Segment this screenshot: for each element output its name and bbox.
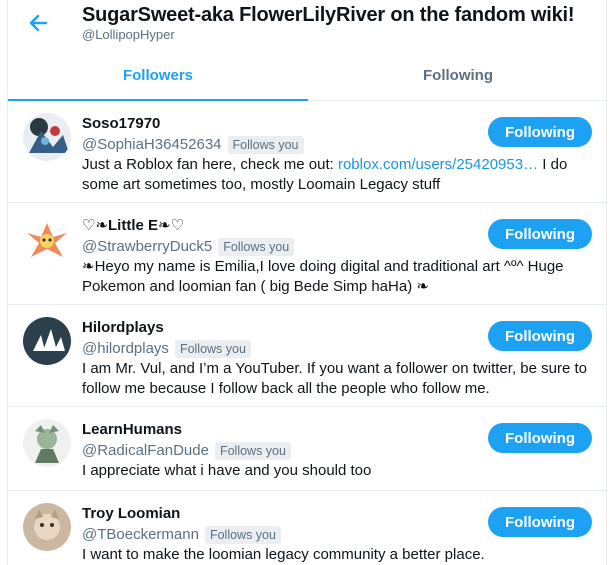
list-item[interactable]: LearnHumans @RadicalFanDude Follows you … xyxy=(8,407,606,491)
following-button[interactable]: Following xyxy=(488,423,592,453)
list-item[interactable]: ♡❧Little E❧♡ @StrawberryDuck5 Follows yo… xyxy=(8,203,606,305)
user-name[interactable]: ♡❧Little E❧♡ xyxy=(82,216,294,235)
user-name[interactable]: Soso17970 xyxy=(82,114,304,133)
avatar[interactable] xyxy=(23,503,71,551)
user-handle[interactable]: @RadicalFanDude xyxy=(82,441,209,460)
avatar[interactable] xyxy=(23,113,71,161)
user-meta: LearnHumans @RadicalFanDude Follows you xyxy=(82,420,291,460)
user-bio: I am Mr. Vul, and I’m a YouTuber. If you… xyxy=(82,360,587,397)
user-handle[interactable]: @SophiaH36452634 xyxy=(82,135,222,154)
following-button[interactable]: Following xyxy=(488,117,592,147)
user-bio: I appreciate what i have and you should … xyxy=(82,462,372,479)
avatar[interactable] xyxy=(23,215,71,263)
user-meta: Hilordplays @hilordplays Follows you xyxy=(82,318,251,358)
app-frame: SugarSweet-aka FlowerLilyRiver on the fa… xyxy=(7,0,607,565)
user-name[interactable]: Hilordplays xyxy=(82,318,251,337)
follows-you-badge: Follows you xyxy=(214,441,291,460)
tab-following[interactable]: Following xyxy=(308,50,606,100)
follows-you-badge: Follows you xyxy=(218,237,295,256)
tab-bar: Followers Following xyxy=(8,50,606,101)
following-button[interactable]: Following xyxy=(488,321,592,351)
user-name[interactable]: LearnHumans xyxy=(82,420,291,439)
tab-followers[interactable]: Followers xyxy=(8,50,308,101)
arrow-left-icon[interactable] xyxy=(26,10,52,36)
avatar[interactable] xyxy=(23,419,71,467)
list-item[interactable]: Soso17970 @SophiaH36452634 Follows you F… xyxy=(8,101,606,203)
list-item[interactable]: Troy Loomian @TBoeckermann Follows you F… xyxy=(8,491,606,565)
follows-you-badge: Follows you xyxy=(174,339,251,358)
following-button[interactable]: Following xyxy=(488,219,592,249)
user-handle[interactable]: @TBoeckermann xyxy=(82,525,199,544)
list-item[interactable]: Hilordplays @hilordplays Follows you Fol… xyxy=(8,305,606,407)
user-meta: Soso17970 @SophiaH36452634 Follows you xyxy=(82,114,304,154)
user-bio: Just a Roblox fan here, check me out: ro… xyxy=(82,156,568,193)
user-bio: I want to make the loomian legacy commun… xyxy=(82,546,485,563)
follows-you-badge: Follows you xyxy=(227,135,304,154)
profile-header: SugarSweet-aka FlowerLilyRiver on the fa… xyxy=(8,0,606,50)
avatar[interactable] xyxy=(23,317,71,365)
profile-handle: @LollipopHyper xyxy=(82,27,175,42)
bio-link[interactable]: roblox.com/users/25420953… xyxy=(338,156,538,173)
user-bio: ❧Heyo my name is Emilia,I love doing dig… xyxy=(82,258,564,295)
user-handle[interactable]: @StrawberryDuck5 xyxy=(82,237,212,256)
follows-you-badge: Follows you xyxy=(204,525,281,544)
user-meta: Troy Loomian @TBoeckermann Follows you xyxy=(82,504,281,544)
user-handle[interactable]: @hilordplays xyxy=(82,339,169,358)
page-title: SugarSweet-aka FlowerLilyRiver on the fa… xyxy=(82,4,575,26)
user-name[interactable]: Troy Loomian xyxy=(82,504,281,523)
following-button[interactable]: Following xyxy=(488,507,592,537)
user-list: Soso17970 @SophiaH36452634 Follows you F… xyxy=(8,101,606,565)
user-meta: ♡❧Little E❧♡ @StrawberryDuck5 Follows yo… xyxy=(82,216,295,256)
